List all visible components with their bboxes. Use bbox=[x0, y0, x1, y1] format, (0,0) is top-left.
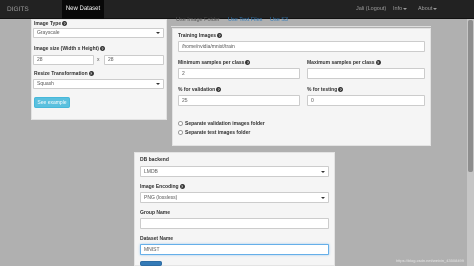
scrollbar-thumb[interactable] bbox=[468, 20, 473, 172]
max-samples-label-text: Maximum samples per class bbox=[307, 60, 375, 66]
min-samples-label-text: Minimum samples per class bbox=[178, 60, 245, 66]
pct-validation-input[interactable]: 25 bbox=[178, 95, 300, 106]
brand-logo[interactable]: DIGITS bbox=[7, 6, 29, 13]
question-circle-icon[interactable]: ? bbox=[375, 60, 381, 66]
dataset-name-input[interactable]: MNIST bbox=[140, 244, 329, 255]
max-samples-label: Maximum samples per class? bbox=[307, 60, 381, 66]
question-circle-icon[interactable]: ? bbox=[217, 33, 223, 39]
image-encoding-label-text: Image Encoding bbox=[140, 184, 179, 190]
image-size-label: Image size (Width x Height)? bbox=[34, 46, 105, 52]
training-images-input[interactable]: /home/nvidia/mnist/train bbox=[178, 41, 425, 52]
select-arrow-icon bbox=[156, 83, 160, 85]
training-images-label: Training Images? bbox=[178, 33, 223, 39]
question-circle-icon[interactable]: ? bbox=[245, 60, 251, 66]
nav-about-menu[interactable]: About bbox=[418, 6, 438, 12]
group-name-input[interactable] bbox=[140, 218, 329, 229]
image-encoding-select[interactable]: PNG (lossless) bbox=[140, 192, 329, 203]
image-width-input[interactable]: 28 bbox=[33, 55, 94, 65]
db-backend-select[interactable]: LMDB bbox=[140, 166, 329, 177]
pct-testing-input[interactable]: 0 bbox=[307, 95, 425, 106]
question-circle-icon[interactable]: ? bbox=[338, 87, 344, 93]
image-encoding-label: Image Encoding? bbox=[140, 184, 185, 190]
select-arrow-icon bbox=[321, 170, 325, 173]
tab-divider bbox=[171, 26, 431, 27]
sep-test-label: Separate test images folder bbox=[185, 130, 251, 136]
question-circle-icon[interactable]: ? bbox=[62, 21, 68, 27]
nav-info-menu[interactable]: Info bbox=[393, 6, 408, 12]
db-backend-label: DB backend bbox=[140, 157, 169, 163]
min-samples-label: Minimum samples per class? bbox=[178, 60, 251, 66]
resize-transformation-select[interactable]: Squash bbox=[33, 79, 164, 89]
training-images-label-text: Training Images bbox=[178, 33, 217, 39]
question-circle-icon[interactable]: ? bbox=[99, 46, 105, 52]
image-height-input[interactable]: 28 bbox=[104, 55, 164, 65]
image-type-value: Grayscale bbox=[37, 30, 60, 36]
sep-test-checkbox[interactable] bbox=[178, 130, 183, 135]
db-backend-value: LMDB bbox=[144, 168, 158, 175]
select-arrow-icon bbox=[156, 32, 160, 34]
question-circle-icon[interactable]: ? bbox=[179, 184, 185, 190]
tab-use-image-folder[interactable]: Use Image Folder bbox=[176, 17, 220, 23]
pct-validation-label: % for validation? bbox=[178, 87, 222, 93]
image-type-label-text: Image Type bbox=[34, 21, 62, 27]
dataset-name-label: Dataset Name bbox=[140, 236, 174, 242]
resize-transformation-label: Resize Transformation? bbox=[34, 71, 94, 77]
image-encoding-value: PNG (lossless) bbox=[144, 194, 178, 201]
nav-user-logout[interactable]: Jali (Logout) bbox=[356, 6, 386, 12]
caret-down-icon bbox=[433, 7, 438, 10]
image-size-label-text: Image size (Width x Height) bbox=[34, 46, 99, 52]
size-times-separator: x bbox=[97, 57, 100, 63]
question-circle-icon[interactable]: ? bbox=[216, 87, 222, 93]
image-type-select[interactable]: Grayscale bbox=[33, 28, 164, 38]
sep-validation-label: Separate validation images folder bbox=[185, 121, 265, 127]
question-circle-icon[interactable]: ? bbox=[88, 71, 94, 77]
min-samples-input[interactable]: 2 bbox=[178, 68, 300, 79]
select-arrow-icon bbox=[321, 196, 325, 199]
see-example-button[interactable]: See example bbox=[34, 97, 70, 108]
caret-down-icon bbox=[403, 7, 408, 10]
pct-validation-label-text: % for validation bbox=[178, 87, 216, 93]
resize-value: Squash bbox=[37, 81, 54, 87]
create-button[interactable] bbox=[140, 261, 162, 266]
resize-label-text: Resize Transformation bbox=[34, 71, 88, 77]
nav-about-label: About bbox=[418, 6, 433, 12]
sep-validation-checkbox[interactable] bbox=[178, 121, 183, 126]
nav-new-dataset[interactable]: New Dataset bbox=[62, 0, 104, 19]
watermark-text: https://blog.csdn.net/weixin_43508499 bbox=[395, 258, 464, 263]
group-name-label: Group Name bbox=[140, 210, 171, 216]
nav-info-label: Info bbox=[393, 6, 403, 12]
tab-use-s3[interactable]: Use S3 bbox=[270, 17, 288, 23]
max-samples-input[interactable] bbox=[307, 68, 425, 79]
pct-testing-label: % for testing? bbox=[307, 87, 344, 93]
pct-testing-label-text: % for testing bbox=[307, 87, 338, 93]
image-type-label: Image Type? bbox=[34, 21, 68, 27]
tab-use-text-files[interactable]: Use Text Files bbox=[228, 17, 262, 23]
